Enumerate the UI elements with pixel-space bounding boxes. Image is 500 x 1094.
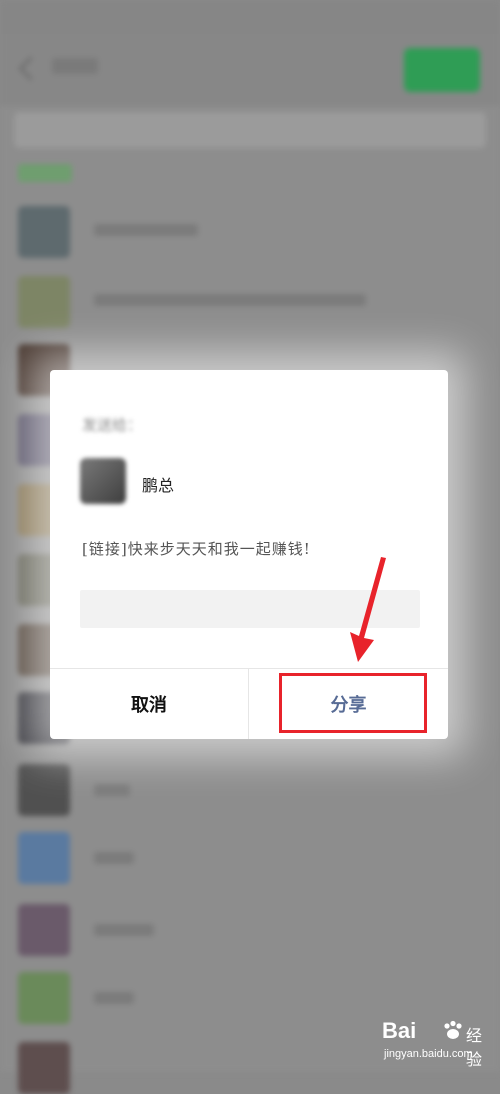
- contact-name-blurred: [94, 924, 154, 936]
- recipient-avatar: [80, 458, 126, 504]
- status-bar: [0, 0, 500, 34]
- dialog-title: 发送给：: [82, 416, 143, 434]
- contact-avatar: [18, 972, 70, 1024]
- watermark-brand: Bai: [382, 1018, 417, 1043]
- recipient-name: 鹏总: [142, 476, 175, 495]
- search-bar-blurred: [14, 112, 486, 148]
- contact-avatar: [18, 764, 70, 816]
- watermark-url: jingyan.baidu.com: [384, 1048, 473, 1060]
- contact-name-blurred: [94, 224, 198, 236]
- header-title-placeholder: [52, 58, 98, 74]
- contact-name-blurred: [94, 294, 366, 306]
- share-dialog: 发送给： 鹏总 [链接]快来步天天和我一起赚钱! 取消 分享: [50, 370, 448, 739]
- section-tag-blurred: [18, 164, 72, 182]
- contact-name-blurred: [94, 852, 134, 864]
- done-button-blurred: [404, 48, 480, 92]
- contact-avatar: [18, 1042, 70, 1094]
- contact-avatar: [18, 206, 70, 258]
- contact-avatar: [18, 832, 70, 884]
- paw-icon: [444, 1020, 462, 1039]
- cancel-button[interactable]: 取消: [50, 669, 248, 739]
- contact-name-blurred: [94, 992, 134, 1004]
- contact-avatar: [18, 276, 70, 328]
- share-button-highlight-box: [279, 673, 427, 733]
- link-preview-text: [链接]快来步天天和我一起赚钱!: [82, 540, 311, 558]
- red-arrow-icon: [350, 557, 386, 662]
- baidu-jingyan-watermark: Bai 经验 jingyan.baidu.com: [382, 1018, 494, 1069]
- contact-avatar: [18, 904, 70, 956]
- watermark-suffix: 经验: [466, 1026, 483, 1069]
- contact-name-blurred: [94, 784, 130, 796]
